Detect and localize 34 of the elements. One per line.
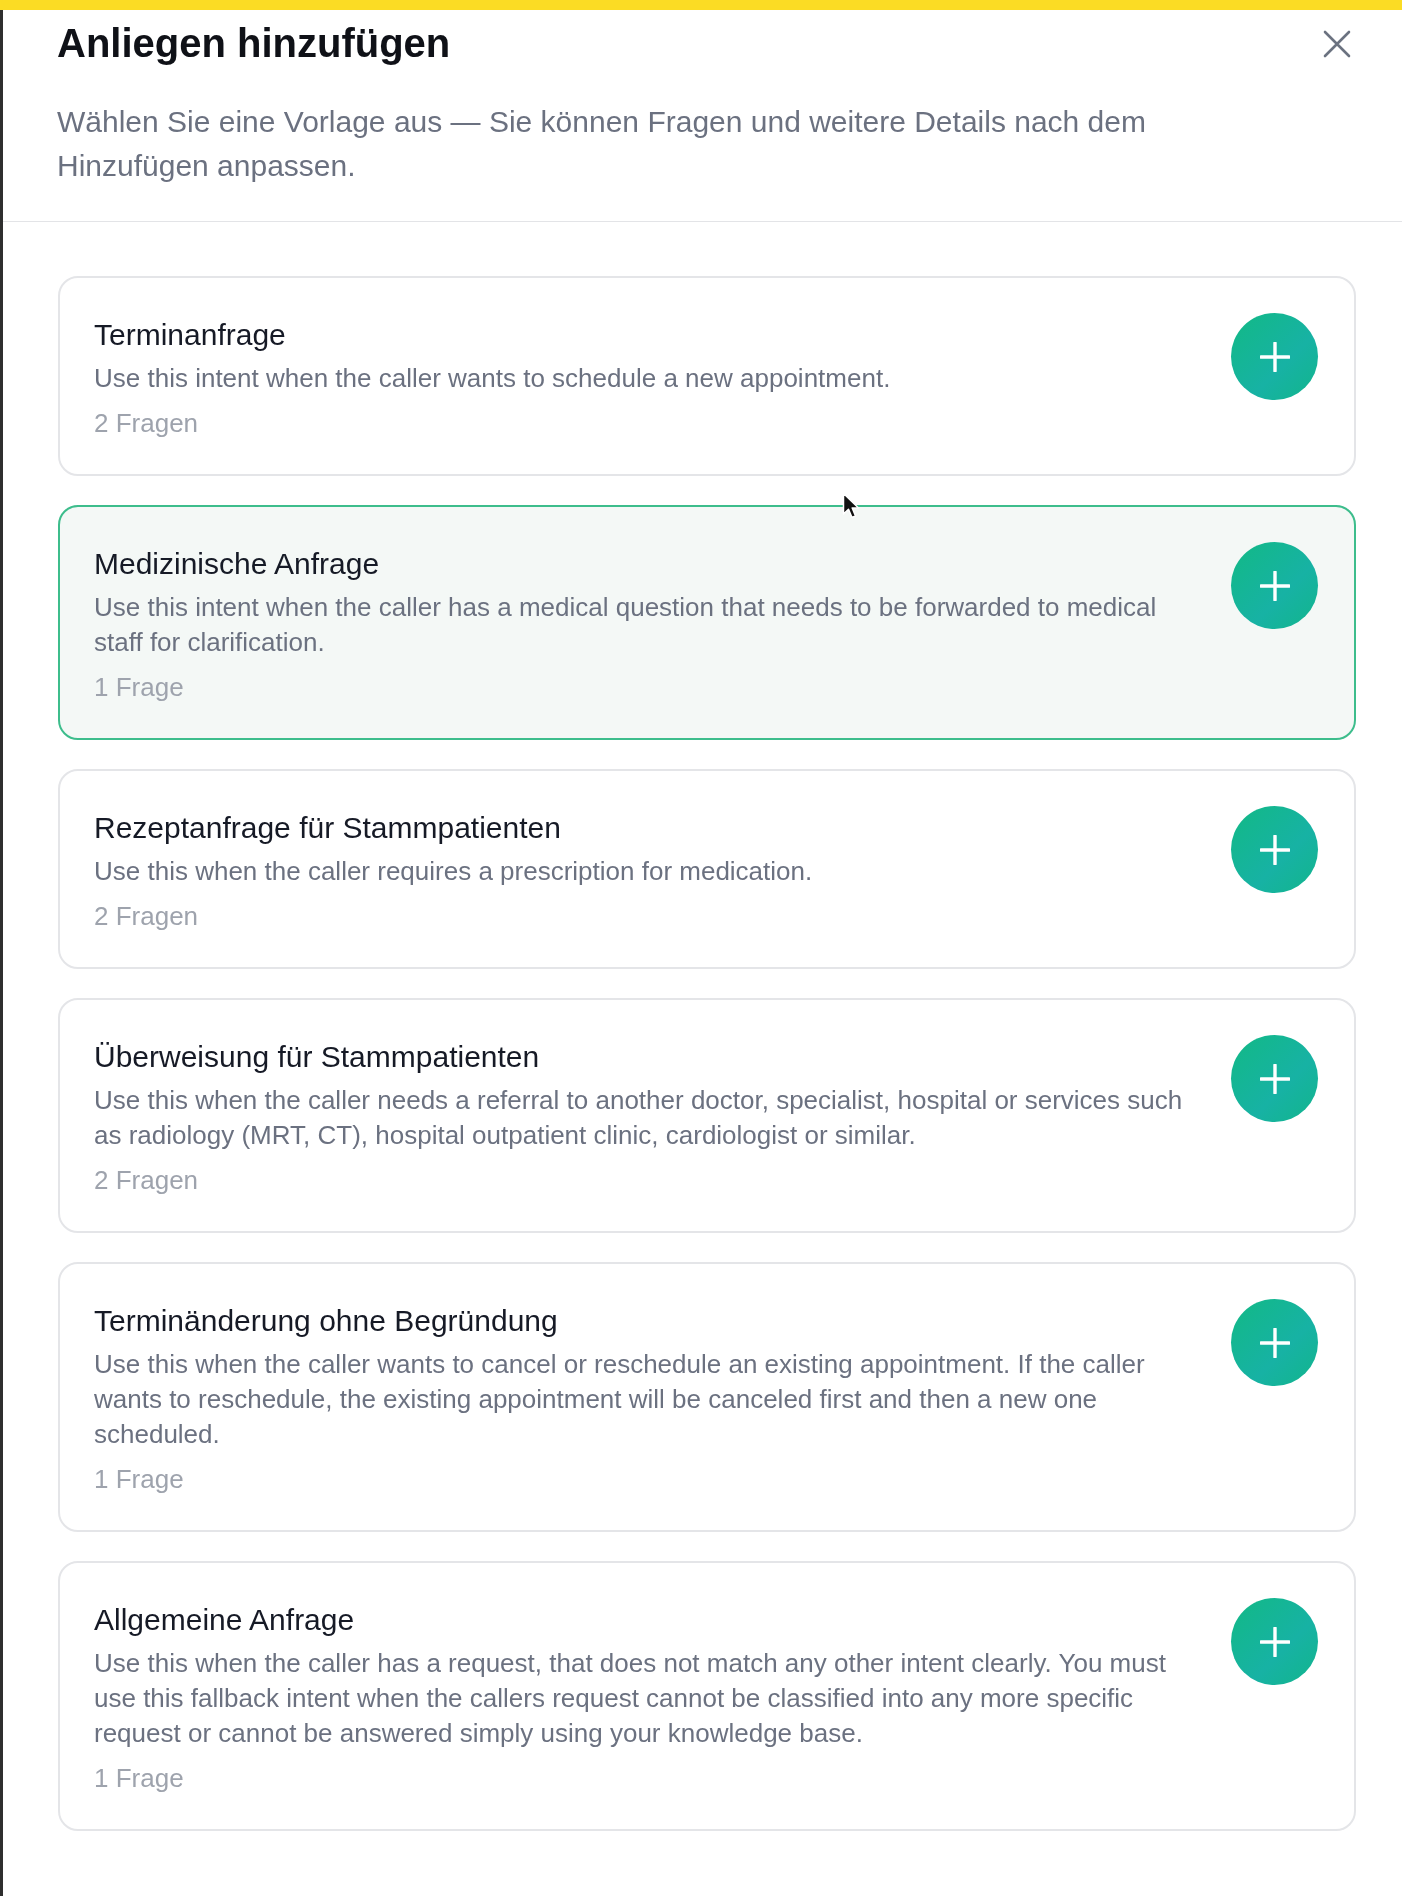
template-title: Rezeptanfrage für Stammpatienten [94,810,562,846]
template-title: Terminanfrage [94,317,287,353]
plus-icon [1259,1327,1290,1358]
template-title: Überweisung für Stammpatienten [94,1039,541,1075]
dialog-subtitle: Wählen Sie eine Vorlage aus — Sie können Fragen und weitere Details nach dem Hinzufügen anpassen. [57,104,1147,184]
template-title: Allgemeine Anfrage [94,1602,356,1638]
question-count: 1 Frage [94,1463,185,1496]
plus-icon [1259,1063,1290,1094]
template-title: Medizinische Anfrage [94,546,381,582]
template-title: Terminänderung ohne Begründung [94,1303,559,1339]
plus-icon [1259,341,1290,372]
template-card[interactable]: Terminanfrage Use this intent when the caller wants to schedule a new appointment. 2 Fragen [58,276,1356,476]
plus-icon [1259,834,1290,865]
question-count: 2 Fragen [94,900,200,933]
question-count: 2 Fragen [94,407,200,440]
close-icon [1323,30,1351,58]
template-description: Use this intent when the caller has a medical question that needs to be forwarded to medical staff for clarification. [94,591,1158,659]
template-description: Use this when the caller needs a referral to another doctor, specialist, hospital or services such as radiology (MRT, CT), hospital outpatient clinic, cardiologist or similar. [94,1084,1184,1152]
question-count: 1 Frage [94,671,185,704]
template-card[interactable]: Rezeptanfrage für Stammpatienten Use this when the caller requires a prescription for medication. 2 Fragen [58,769,1356,969]
template-card[interactable] [58,998,1356,1233]
template-description: Use this when the caller has a request, that does not match any other intent clearly. You must use this fallback intent when the callers request cannot be classified into any more specific request or cannot be answered simply using your knowledge base. [94,1647,1167,1750]
plus-icon [1259,1626,1290,1657]
template-card[interactable] [58,1561,1356,1831]
template-card[interactable]: Medizinische Anfrage Use this intent when the caller has a medical question that needs to be forwarded to medical staff for clarification. 1 Frage [58,505,1356,740]
question-count: 1 Frage [94,1762,185,1795]
close-button[interactable] [1323,30,1351,58]
template-card[interactable] [58,1262,1356,1532]
question-count: 2 Fragen [94,1164,200,1197]
template-description: Use this when the caller wants to cancel or reschedule an existing appointment. If the caller wants to reschedule, the existing appointment will be canceled first and then a new one scheduled. [94,1348,1146,1451]
plus-icon [1259,570,1290,601]
template-description: Use this intent when the caller wants to schedule a new appointment. [94,362,892,395]
dialog-title: Anliegen hinzufügen [57,20,451,66]
template-description: Use this when the caller requires a prescription for medication. [94,855,814,888]
